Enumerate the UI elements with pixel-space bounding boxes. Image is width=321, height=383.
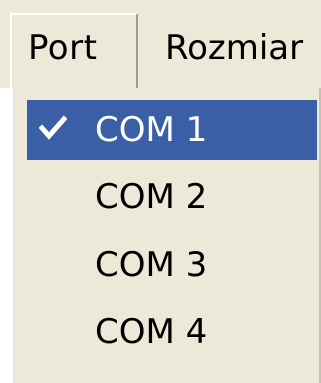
menu-item-label: COM 2 <box>95 177 208 217</box>
menu-item-label: COM 3 <box>95 245 208 285</box>
port-dropdown-menu: COM 1 COM 2 COM 3 COM 4 <box>10 88 321 383</box>
menu-item-com4[interactable]: COM 4 <box>27 302 317 362</box>
menu-bar: Port Rozmiar <box>0 0 321 88</box>
checkmark-icon <box>39 115 67 140</box>
menu-item-label: COM 1 <box>95 110 208 150</box>
menu-rozmiar[interactable]: Rozmiar <box>165 28 303 68</box>
menu-item-com2[interactable]: COM 2 <box>27 167 317 227</box>
menu-port-label[interactable]: Port <box>28 28 97 68</box>
menu-item-label: COM 4 <box>95 312 208 352</box>
menu-item-com3[interactable]: COM 3 <box>27 235 317 295</box>
menu-item-com1[interactable]: COM 1 <box>27 100 317 160</box>
